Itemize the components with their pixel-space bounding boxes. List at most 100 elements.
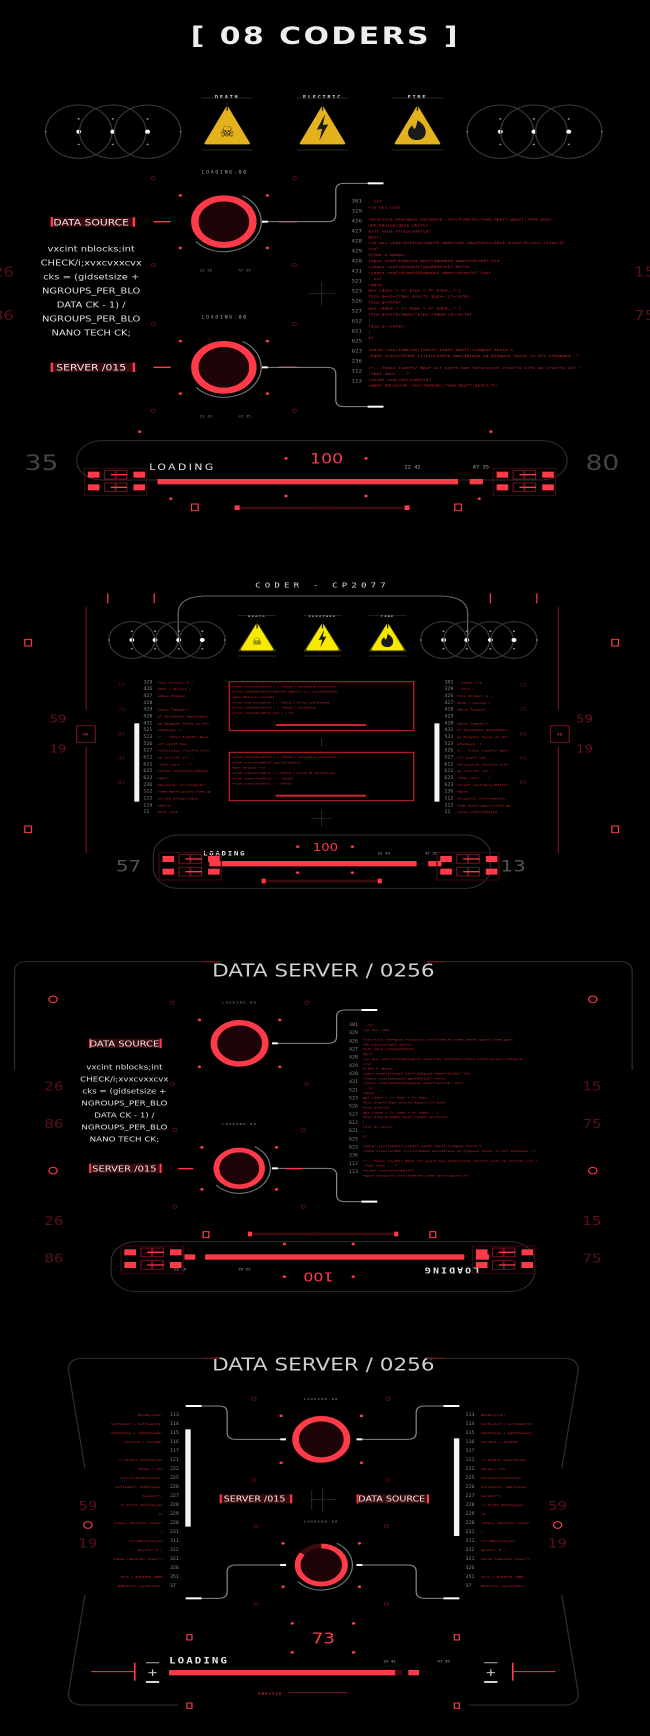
scale-label: 45 [520, 756, 527, 761]
status-square-icon [453, 1702, 460, 1709]
line-number: 523 [352, 289, 362, 294]
target-tick-dot [499, 118, 502, 120]
code-line: >$tucnju$ wtm=gpon bdujpo>$::xxx/fumm/bn… [368, 217, 554, 221]
code-box-scrollbar [275, 794, 367, 797]
code-line: =tuzmf uzqf>$ufyu0dtt$? | | "fmhdu2 [232, 777, 293, 781]
badge-accent [219, 1494, 222, 1504]
code-box [228, 751, 415, 802]
gauge-marker [304, 1082, 310, 1086]
code-box-scrollbar [275, 724, 367, 726]
indicator-dot [282, 1275, 287, 1278]
indicator-dot [351, 1622, 356, 1625]
gauge-marker [251, 1478, 257, 1482]
level-bar [185, 1429, 191, 1527]
line-number: 112 [143, 789, 152, 794]
line-number: 112 [352, 369, 362, 374]
code-line: gbjmfe: # / [481, 1548, 506, 1552]
line-number: 231 [170, 1529, 179, 1534]
code-line: $tmá / $ncu1$ | [158, 688, 192, 692]
level-bar [434, 723, 440, 802]
indicator-dot [295, 845, 300, 848]
code-line: =*.. Tubsu fuymft/ Npwf [158, 735, 210, 739]
line-number: 226 [466, 1484, 475, 1489]
line-number: 623 [444, 782, 453, 787]
gauge-core [198, 347, 250, 388]
status-ring-icon [588, 1166, 598, 1175]
indicator-dot [364, 494, 368, 498]
code-line: Ttrm > #JOTFSU JOUP [481, 1575, 524, 1579]
gauge-corner-dot [200, 1146, 204, 1149]
line-number: 527 [349, 1112, 358, 1117]
warning-label-death: DEATH [215, 95, 239, 100]
line-number: 429 [444, 714, 453, 719]
gauge-corner-dot [178, 246, 182, 250]
target-tick-dot [77, 118, 80, 120]
line-number: 429 [349, 1063, 358, 1068]
code-line: | [368, 330, 371, 334]
indicator-dot [282, 1242, 287, 1246]
corner-number: 80 [585, 451, 619, 476]
badge-accent [159, 1163, 162, 1173]
code-listing: 381 329426 427 428 429 420 431521 523 526 527 612 6… [444, 680, 510, 815]
status-ring-icon [48, 1166, 58, 1175]
snippet-line: NGROUPS_PER_BLO [42, 287, 140, 296]
code-line: je [481, 1512, 485, 1516]
target-tick-dot [489, 647, 492, 650]
target-center-dot [199, 638, 205, 642]
code-line: =*.. Tubsu fuymft/ Npwf uif gjmft boe fw… [363, 1159, 538, 1163]
code-line: Svtfsobnf- Sqbttxpse- [115, 1485, 162, 1489]
scale-label: 15 [118, 683, 125, 688]
loading-time-a: 22 42 [238, 1267, 250, 1271]
gauge-corner-dot [281, 1585, 285, 1589]
target-tick-dot [512, 647, 516, 650]
code-line: gps )$dpm > 1< $dpm = 4< $dpm,,* | [363, 1111, 439, 1115]
line-number: 329 [143, 680, 152, 685]
target-center-dot [176, 638, 182, 642]
code-line: >$tucnju$ wtm=gpon bdujpo>$::xxx/fumm/bn… [363, 1038, 515, 1042]
badge-accent [290, 1494, 293, 1504]
target-tick-dot [532, 118, 535, 120]
loading-label: LOADING [149, 463, 216, 473]
loading-time-b: 47 35 [473, 465, 489, 470]
target-tick-dot [177, 630, 180, 633]
code-line: fdip $tcpqu; $ / [457, 694, 493, 698]
data-source-label: DATA SOURCE [53, 218, 129, 228]
module-block [485, 868, 498, 875]
level-bar [134, 723, 140, 802]
indicator-dot [290, 1651, 294, 1654]
code-line: =gpon bdujpo>$::xxx/fumm/bn;fumm.dpeft;g… [368, 383, 497, 387]
gauge-marker [150, 408, 156, 413]
gauge-corner-dot [278, 1018, 282, 1022]
code-line: $sft vmu$ [158, 811, 178, 815]
code-line: ubh.bdujpo/dgn$ ubsfu> [363, 1043, 412, 1047]
code-line: je [158, 1512, 162, 1516]
module-block [521, 1262, 534, 1268]
code-snippet: vxcint nblocks;int CHECK/i;xvxcvxxcvx cks … [80, 1063, 169, 1143]
bracket-value: 86 [83, 733, 89, 737]
warning-label-death: DEATH [248, 614, 265, 618]
gauge-core [217, 1025, 262, 1062]
connector-module-icon [120, 1245, 184, 1274]
scale-label: 05 [520, 732, 527, 737]
line-number: 381 [349, 1022, 358, 1027]
code-line: Secobnf*< [142, 1494, 162, 1498]
side-number: 26 [44, 1214, 63, 1228]
code-line: nztrmj)Stfswfsobnf- [481, 1476, 524, 1480]
side-number: 15 [634, 264, 650, 280]
connector-line [356, 1405, 460, 1440]
code-line: Secobnf > $ecOZ@! [124, 1440, 162, 1444]
sub-progress-cap [261, 878, 266, 884]
line-number: 621 [444, 769, 453, 774]
line-number: 526 [349, 1104, 358, 1109]
sub-progress-cap [247, 1231, 253, 1237]
code-line: gps )$spx > 1< $spx = 5< $spx,,* | [368, 288, 461, 292]
progress-end-block [184, 1254, 196, 1260]
panel-frame [443, 961, 633, 1070]
indicator-dot [477, 497, 481, 500]
line-number: 621 [143, 762, 152, 767]
gauge-corner-dot [359, 1461, 364, 1465]
analyze-label: ANALYZE [258, 1692, 282, 1696]
gauge-corner-dot [274, 1146, 279, 1149]
line-number: 521 [352, 279, 362, 284]
line-number: 527 [444, 755, 453, 760]
